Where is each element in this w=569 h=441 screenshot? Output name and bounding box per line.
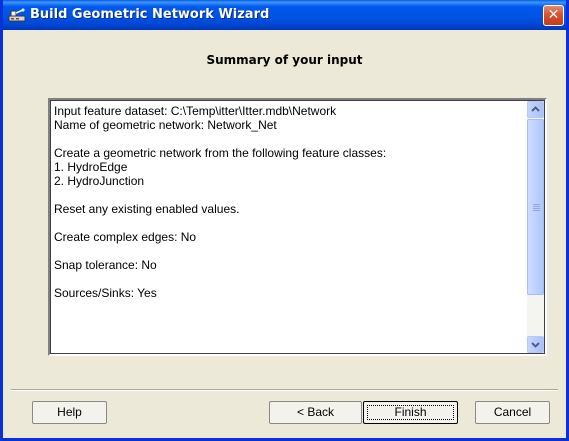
title-bar[interactable]: Build Geometric Network Wizard ✕ [3, 0, 566, 30]
page-heading: Summary of your input [206, 53, 363, 67]
summary-line: 2. HydroJunction [54, 174, 145, 188]
focus-rectangle [367, 405, 454, 420]
summary-line: Sources/Sinks: Yes [54, 286, 157, 300]
summary-line [54, 216, 524, 230]
summary-line: Reset any existing enabled values. [54, 202, 240, 216]
summary-line: Input feature dataset: C:\Temp\itter\Itt… [54, 104, 337, 118]
wizard-window: Build Geometric Network Wizard ✕ Summary… [0, 0, 569, 441]
thumb-grip-line [533, 204, 540, 205]
network-wizard-icon [8, 8, 26, 22]
thumb-grip-line [533, 208, 540, 209]
cancel-button[interactable]: Cancel [475, 401, 550, 424]
summary-line: Snap tolerance: No [54, 258, 157, 272]
chevron-up-icon [531, 106, 540, 112]
close-icon: ✕ [547, 7, 560, 23]
back-button[interactable]: < Back [269, 401, 362, 424]
summary-text: Input feature dataset: C:\Temp\itter\Itt… [54, 104, 524, 352]
button-separator [11, 389, 558, 391]
finish-button[interactable]: Finish [363, 401, 458, 424]
scroll-thumb[interactable] [527, 119, 544, 295]
summary-line: Create a geometric network from the foll… [54, 146, 387, 160]
chevron-down-icon [531, 342, 540, 348]
vertical-scrollbar[interactable] [527, 101, 544, 353]
summary-line: 1. HydroEdge [54, 160, 128, 174]
summary-line [54, 272, 524, 286]
close-button[interactable]: ✕ [543, 5, 564, 26]
scroll-up-button[interactable] [527, 101, 544, 118]
thumb-grip-line [533, 206, 540, 207]
summary-textbox[interactable]: Input feature dataset: C:\Temp\itter\Itt… [48, 98, 547, 356]
help-button[interactable]: Help [32, 401, 107, 424]
thumb-grip-line [533, 210, 540, 211]
summary-line [54, 244, 524, 258]
summary-line [54, 188, 524, 202]
summary-line [54, 132, 524, 146]
summary-line: Create complex edges: No [54, 230, 197, 244]
scroll-down-button[interactable] [527, 336, 544, 353]
summary-line: Name of geometric network: Network_Net [54, 118, 277, 132]
window-title: Build Geometric Network Wizard [30, 7, 270, 22]
